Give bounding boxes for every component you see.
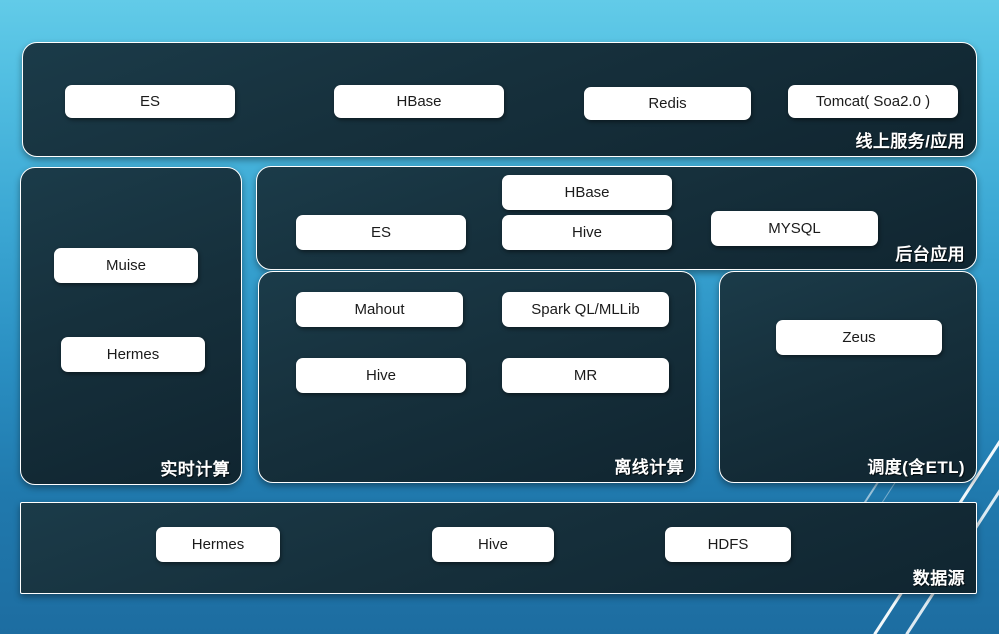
node-box[interactable]: ES <box>65 85 235 118</box>
panel-label-realtime-computing: 实时计算 <box>160 460 230 479</box>
node-box[interactable]: HDFS <box>665 527 791 562</box>
node-box[interactable]: Redis <box>584 87 751 120</box>
node-box[interactable]: Hive <box>432 527 554 562</box>
node-box[interactable]: Tomcat( Soa2.0 ) <box>788 85 958 118</box>
panel-label-backend-application: 后台应用 <box>895 245 965 264</box>
panel-offline-computing: Mahout Spark QL/MLLib Hive MR 离线计算 <box>258 271 696 483</box>
node-box[interactable]: Hermes <box>156 527 280 562</box>
panel-label-offline-computing: 离线计算 <box>614 458 684 477</box>
node-box[interactable]: Hive <box>296 358 466 393</box>
panel-online-services: ES HBase Redis Tomcat( Soa2.0 ) 线上服务/应用 <box>22 42 977 157</box>
node-box[interactable]: Hive <box>502 215 672 250</box>
panel-backend-application: HBase ES Hive MYSQL 后台应用 <box>256 166 977 270</box>
panel-label-data-source: 数据源 <box>912 569 965 588</box>
panel-realtime-computing: Muise Hermes 实时计算 <box>20 167 242 485</box>
node-box[interactable]: Muise <box>54 248 198 283</box>
node-box[interactable]: MYSQL <box>711 211 878 246</box>
node-box[interactable]: Spark QL/MLLib <box>502 292 669 327</box>
node-box[interactable]: HBase <box>502 175 672 210</box>
node-box[interactable]: MR <box>502 358 669 393</box>
node-box[interactable]: Mahout <box>296 292 463 327</box>
node-box[interactable]: Zeus <box>776 320 942 355</box>
panel-data-source: Hermes Hive HDFS 数据源 <box>20 502 977 594</box>
panel-scheduling-etl: Zeus 调度(含ETL) <box>719 271 977 483</box>
node-box[interactable]: Hermes <box>61 337 205 372</box>
panel-label-online-services: 线上服务/应用 <box>855 132 965 151</box>
node-box[interactable]: ES <box>296 215 466 250</box>
architecture-diagram: ES HBase Redis Tomcat( Soa2.0 ) 线上服务/应用 Mui… <box>0 0 999 634</box>
panel-label-scheduling-etl: 调度(含ETL) <box>867 458 965 477</box>
node-box[interactable]: HBase <box>334 85 504 118</box>
